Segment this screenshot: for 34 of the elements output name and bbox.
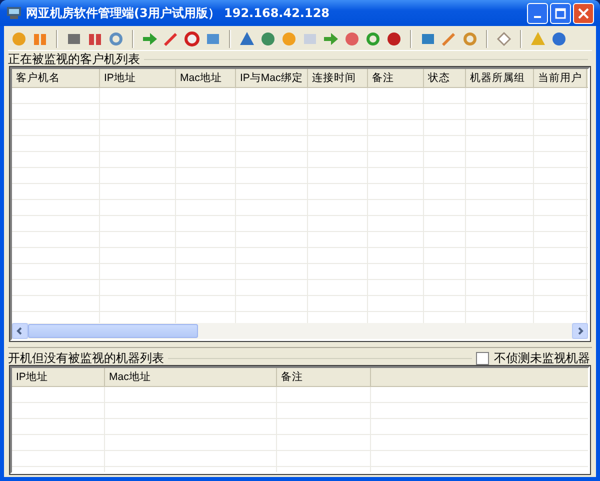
maximize-icon <box>555 8 566 18</box>
minimize-button[interactable] <box>527 2 548 24</box>
column-header[interactable]: 状态 <box>424 69 466 87</box>
computer-icon <box>6 6 22 20</box>
section-title: 正在被监视的客户机列表 <box>8 50 140 68</box>
column-header[interactable]: Mac地址 <box>105 368 277 386</box>
arrow-right-icon[interactable] <box>142 31 158 47</box>
checkbox[interactable] <box>476 352 489 364</box>
scroll-right-button[interactable] <box>572 323 588 339</box>
column-header[interactable]: 连接时间 <box>308 69 368 87</box>
column-header[interactable]: IP地址 <box>12 368 105 386</box>
column-header[interactable]: IP与Mac绑定 <box>236 69 308 87</box>
record-icon[interactable] <box>184 31 200 47</box>
window-title: 网亚机房软件管理端(3用户试用版） 192.168.42.128 <box>26 4 331 22</box>
column-header[interactable]: 备注 <box>368 69 424 87</box>
column-header[interactable]: 当前用户 <box>534 69 587 87</box>
scroll-left-button[interactable] <box>12 323 28 339</box>
column-header[interactable]: IP地址 <box>100 69 176 87</box>
chevron-right-icon <box>576 327 584 335</box>
diamond-icon[interactable] <box>496 31 512 47</box>
column-header[interactable]: 备注 <box>277 368 371 386</box>
column-header[interactable]: Mac地址 <box>176 69 236 87</box>
chevron-left-icon <box>16 327 24 335</box>
scrollbar-thumb[interactable] <box>28 324 198 338</box>
column-header[interactable]: 机器所属组 <box>466 69 534 87</box>
arrow-icon[interactable] <box>323 31 339 47</box>
section-title: 开机但没有被监视的机器列表 <box>8 350 164 366</box>
close-icon <box>578 8 589 18</box>
maximize-button[interactable] <box>550 2 571 24</box>
scrollbar-track[interactable] <box>12 323 588 339</box>
minimize-icon <box>534 16 541 18</box>
checkbox-label: 不侦测未监视机器 <box>494 350 590 366</box>
column-header[interactable]: 客户机名 <box>12 69 100 87</box>
close-button[interactable] <box>573 2 594 24</box>
